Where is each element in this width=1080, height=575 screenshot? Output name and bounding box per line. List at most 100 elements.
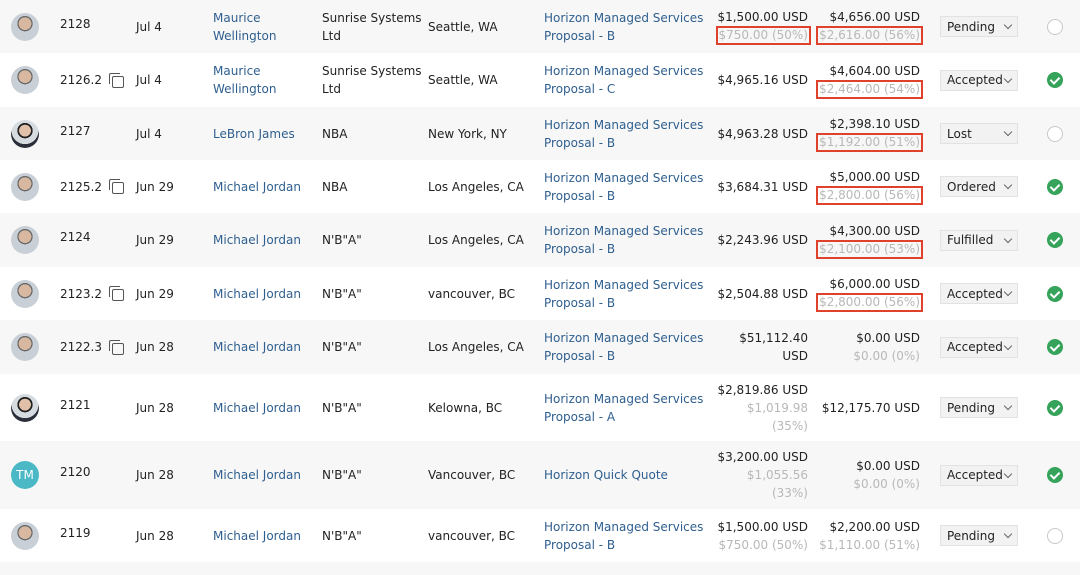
contact-name-line[interactable]: Michael Jordan <box>213 399 301 417</box>
contact-name-line[interactable]: LeBron James <box>213 125 295 143</box>
proposal-link[interactable]: Horizon Managed Services Proposal - C <box>544 62 703 98</box>
check-circle-icon[interactable] <box>1047 178 1063 195</box>
copy-icon[interactable] <box>109 179 124 194</box>
table-row[interactable]: 2125.2 Jun 29 Michael Jordan NBA Los Angeles… <box>0 160 1080 213</box>
proposal-link[interactable]: Horizon Managed Services Proposal - B <box>544 169 703 205</box>
status-select[interactable]: Pending <box>940 525 1018 546</box>
contact-name-line[interactable]: Michael Jordan <box>213 231 301 249</box>
contact-name-line[interactable]: Wellington <box>213 80 276 98</box>
proposal-name-line[interactable]: Proposal - B <box>544 187 703 205</box>
status-select[interactable]: Ordered <box>940 176 1018 197</box>
status-select[interactable]: Fulfilled <box>940 229 1018 251</box>
recurring-cell: $4,656.00 USD $2,616.00 (56%) <box>810 0 923 53</box>
status-select[interactable]: Accepted <box>940 69 1018 91</box>
status-select[interactable]: Pending <box>940 397 1018 418</box>
check-circle-icon[interactable] <box>1047 285 1063 302</box>
empty-circle-icon[interactable] <box>1047 18 1063 35</box>
check-circle-icon[interactable] <box>1047 339 1063 355</box>
proposal-link[interactable]: Horizon Managed Services Proposal - B <box>544 9 703 45</box>
proposal-name-line[interactable]: Horizon Managed Services <box>544 9 703 27</box>
table-row[interactable]: TM 2120 Jun 28 Michael Jordan N'B"A" Vancouve… <box>0 441 1080 509</box>
proposal-name-line[interactable]: Horizon Managed Services <box>544 62 703 80</box>
check-circle-icon[interactable] <box>1047 232 1063 248</box>
quote-number[interactable]: 2123.2 <box>60 285 102 303</box>
check-circle-icon[interactable] <box>1047 399 1063 416</box>
quote-number[interactable]: 2124 <box>60 228 91 246</box>
quote-number[interactable]: 2122.3 <box>60 338 102 356</box>
quote-number[interactable]: 2120 <box>60 463 91 481</box>
empty-circle-icon[interactable] <box>1047 527 1063 544</box>
contact-name-line[interactable]: Maurice <box>213 9 276 27</box>
contact-link[interactable]: Michael Jordan <box>213 466 301 484</box>
proposal-name-line[interactable]: Proposal - B <box>544 27 703 45</box>
table-row[interactable]: 2127 Jul 4 LeBron James NBA New York, NY Hori… <box>0 107 1080 160</box>
contact-link[interactable]: Michael Jordan <box>213 231 301 249</box>
status-select[interactable]: Pending <box>940 16 1018 37</box>
quote-number[interactable]: 2128 <box>60 15 91 33</box>
table-row[interactable]: 2128 Jul 4 Maurice Wellington Sunrise System… <box>0 0 1080 53</box>
proposal-name-line[interactable]: Horizon Managed Services <box>544 169 703 187</box>
proposal-link[interactable]: Horizon Managed Services Proposal - B <box>544 116 703 152</box>
status-select[interactable]: Lost <box>940 123 1018 144</box>
contact-link[interactable]: LeBron James <box>213 125 295 143</box>
contact-name-line[interactable]: Wellington <box>213 27 276 45</box>
proposal-name-line[interactable]: Proposal - C <box>544 80 703 98</box>
proposal-name-line[interactable]: Horizon Managed Services <box>544 276 703 294</box>
contact-link[interactable]: Michael Jordan <box>213 399 301 417</box>
copy-icon[interactable] <box>109 286 124 301</box>
quote-number[interactable]: 2126.2 <box>60 71 102 89</box>
check-circle-icon[interactable] <box>1047 72 1063 88</box>
contact-name-line[interactable]: Michael Jordan <box>213 338 301 356</box>
check-circle-icon[interactable] <box>1047 467 1063 483</box>
contact-name-line[interactable]: Michael Jordan <box>213 466 301 484</box>
contact-link[interactable]: Michael Jordan <box>213 338 301 356</box>
contact-name-line[interactable]: Maurice <box>213 62 276 80</box>
copy-icon[interactable] <box>109 72 124 88</box>
proposal-name-line[interactable]: Horizon Managed Services <box>544 116 703 134</box>
contact-name-line[interactable]: Michael Jordan <box>213 285 301 303</box>
proposal-link[interactable]: Horizon Managed Services Proposal - B <box>544 276 703 312</box>
proposal-name-line[interactable]: Proposal - B <box>544 294 703 312</box>
quote-number[interactable]: 2125.2 <box>60 178 102 196</box>
copy-icon[interactable] <box>109 339 124 355</box>
quote-number[interactable]: 2121 <box>60 396 91 414</box>
status-select[interactable]: Accepted <box>940 336 1018 358</box>
proposal-link[interactable]: Horizon Managed Services Proposal - B <box>544 518 703 554</box>
proposal-name-line[interactable]: Horizon Managed Services <box>544 222 703 240</box>
proposal-link[interactable]: Horizon Quick Quote <box>544 466 668 484</box>
quote-number-cell: 2127 <box>60 107 130 160</box>
status-select[interactable]: Accepted <box>940 464 1018 486</box>
contact-link[interactable]: Michael Jordan <box>213 285 301 303</box>
proposal-link[interactable]: Horizon Managed Services Proposal - B <box>544 329 703 365</box>
table-row[interactable]: 2124 Jun 29 Michael Jordan N'B"A" Los Angele… <box>0 213 1080 267</box>
proposal-link[interactable]: Horizon Managed Services Proposal - B <box>544 222 703 258</box>
proposal-name-line[interactable]: Proposal - B <box>544 134 703 152</box>
table-row[interactable]: 2119 Jun 28 Michael Jordan N'B"A" vancouver,… <box>0 509 1080 562</box>
table-row[interactable]: 2123.2 Jun 29 Michael Jordan N'B"A" vancouve… <box>0 267 1080 320</box>
table-row[interactable]: 2126.2 Jul 4 Maurice Wellington Sunrise Syst… <box>0 53 1080 107</box>
proposal-name-line[interactable]: Proposal - B <box>544 240 703 258</box>
proposal-name-line[interactable]: Horizon Managed Services <box>544 329 703 347</box>
quote-number[interactable]: 2119 <box>60 524 91 542</box>
proposal-name-line[interactable]: Horizon Managed Services <box>544 518 703 536</box>
contact-link[interactable]: Michael Jordan <box>213 527 301 545</box>
subtotal-margin: $750.00 (50%) <box>715 26 811 45</box>
contact-name-line[interactable]: Michael Jordan <box>213 527 301 545</box>
table-row[interactable]: 2121 Jun 28 Michael Jordan N'B"A" Kelowna, B… <box>0 374 1080 441</box>
quote-number[interactable]: 2127 <box>60 122 91 140</box>
contact-link[interactable]: Maurice Wellington <box>213 62 276 98</box>
contact-link[interactable]: Michael Jordan <box>213 178 301 196</box>
status-select[interactable]: Accepted <box>940 283 1018 304</box>
empty-circle-icon[interactable] <box>1047 125 1063 142</box>
proposal-name-line[interactable]: Proposal - B <box>544 536 703 554</box>
contact-link[interactable]: Maurice Wellington <box>213 9 276 45</box>
proposal-name-line[interactable]: Proposal - B <box>544 347 703 365</box>
proposal-name-line[interactable]: Horizon Managed Services <box>544 390 703 408</box>
recurring-margin-line: $0.00 (0%) <box>853 477 920 491</box>
location-cell: Los Angeles, CA <box>428 160 538 213</box>
contact-name-line[interactable]: Michael Jordan <box>213 178 301 196</box>
proposal-name-line[interactable]: Horizon Quick Quote <box>544 466 668 484</box>
table-row[interactable]: 2122.3 Jun 28 Michael Jordan N'B"A" Los Ange… <box>0 320 1080 374</box>
proposal-link[interactable]: Horizon Managed Services Proposal - A <box>544 390 703 426</box>
proposal-name-line[interactable]: Proposal - A <box>544 408 703 426</box>
